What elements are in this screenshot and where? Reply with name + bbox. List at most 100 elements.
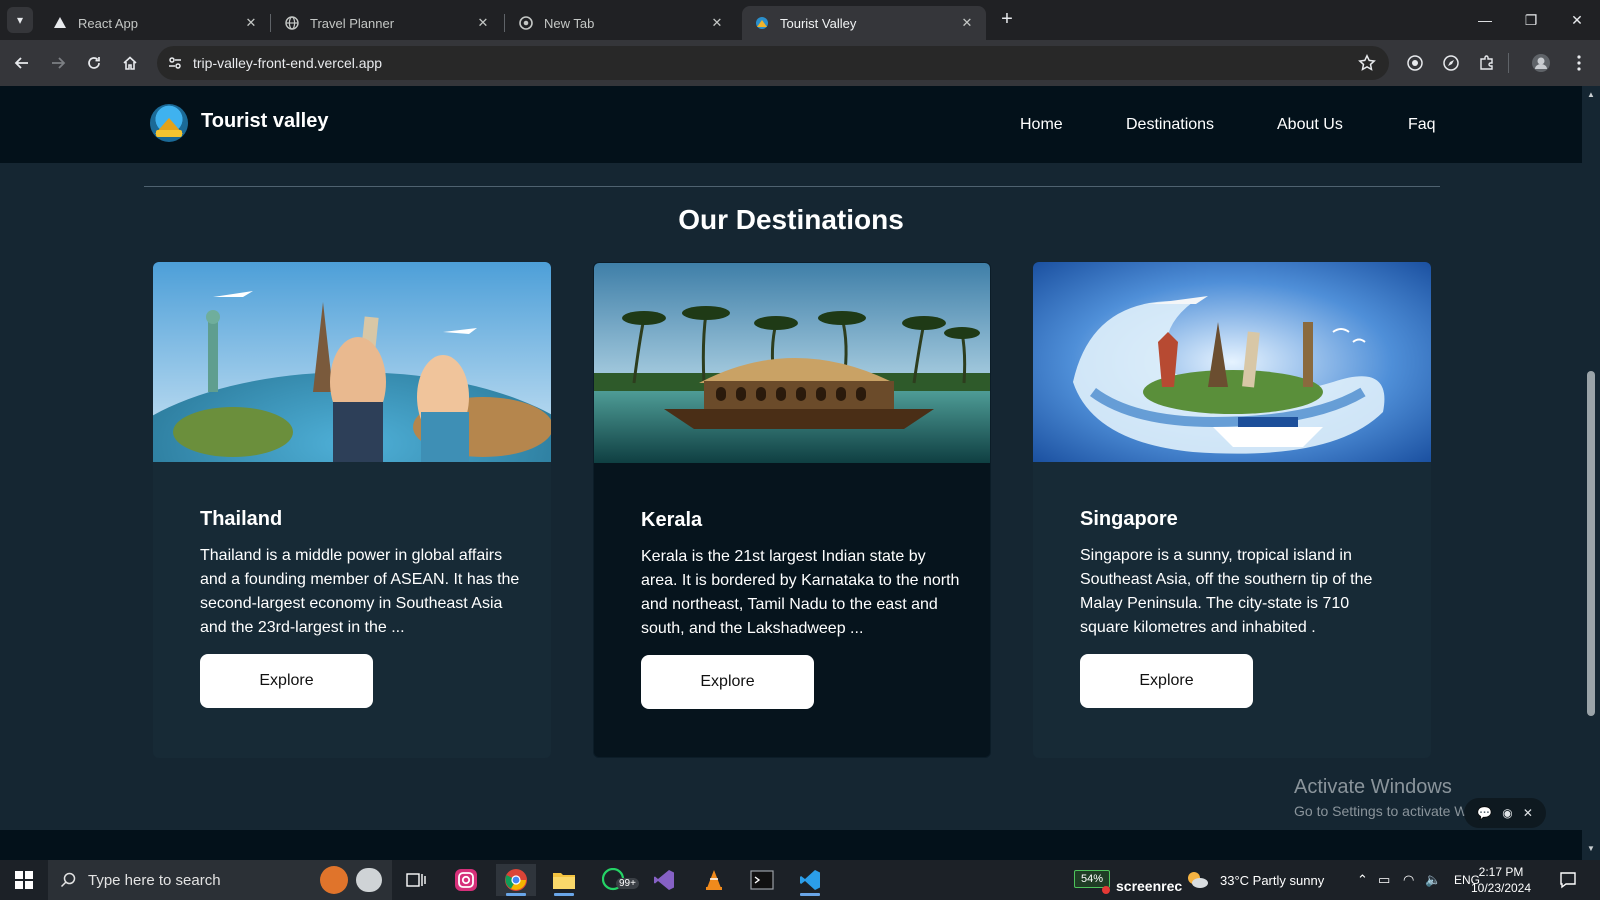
explore-button[interactable]: Explore [1080,654,1253,708]
destination-description: Kerala is the 21st largest Indian state … [641,548,960,637]
site-footer [0,830,1582,860]
section-divider [144,186,1440,187]
start-button[interactable] [2,864,46,896]
site-info-icon[interactable] [163,51,187,75]
browser-toolbar: trip-valley-front-end.vercel.app [0,40,1600,86]
destination-card: Singapore Singapore is a sunny, tropical… [1033,262,1431,758]
close-icon[interactable]: ✕ [242,14,260,32]
destination-description: Thailand is a middle power in global aff… [200,547,520,636]
taskbar-clock[interactable]: 2:17 PM 10/23/2024 [1464,864,1538,896]
scroll-up-arrow-icon[interactable]: ▲ [1586,90,1596,100]
close-window-button[interactable]: ✕ [1554,0,1600,40]
pin-icon[interactable]: ✕ [1523,806,1533,820]
search-placeholder: Type here to search [88,871,221,889]
extensions-puzzle-icon[interactable] [1473,49,1501,77]
globe-icon [284,15,300,31]
toolbar-separator [1508,53,1509,73]
task-view-icon[interactable] [396,864,436,896]
weather-sun-cloud-icon[interactable] [1180,864,1214,896]
file-explorer-icon[interactable] [544,864,584,896]
chrome-taskbar-icon[interactable] [496,864,536,896]
tab-title: New Tab [544,15,595,31]
explore-button[interactable]: Explore [200,654,373,708]
restore-button[interactable]: ❐ [1508,0,1554,40]
scrollbar-thumb[interactable] [1587,371,1595,716]
close-icon[interactable]: ✕ [708,14,726,32]
destination-name: Kerala [641,509,703,531]
clock-date: 10/23/2024 [1470,881,1532,895]
compass-icon[interactable] [1437,49,1465,77]
notification-center-icon[interactable] [1548,864,1588,896]
terminal-icon[interactable] [742,864,782,896]
destination-description: Singapore is a sunny, tropical island in… [1080,547,1373,636]
travel-collage-image [153,262,551,462]
explore-button[interactable]: Explore [641,655,814,709]
tab-travel-planner[interactable]: Travel Planner ✕ [272,6,502,40]
tab-title: Travel Planner [310,15,395,31]
reload-icon [88,57,100,69]
visual-studio-icon[interactable] [644,864,684,896]
forward-button[interactable] [44,49,72,77]
tab-title: React App [78,15,138,31]
close-icon[interactable]: ✕ [474,14,492,32]
menu-kebab-icon[interactable] [1565,49,1593,77]
tab-separator [270,14,271,32]
whatsapp-icon[interactable]: 99+ [594,864,639,896]
windows-taskbar: Type here to search 99+ 54% screenrec 33… [0,860,1600,900]
tab-search-button[interactable]: ▾ [7,7,33,33]
weather-text[interactable]: 33°C Partly sunny [1220,873,1324,888]
tab-separator [504,14,505,32]
page-viewport: Tourist valley Home Destinations About U… [0,86,1582,860]
tourist-valley-favicon-icon [754,15,770,31]
new-tab-button[interactable]: + [996,9,1018,31]
basketball-icon [320,866,348,894]
instagram-icon[interactable] [446,864,486,896]
extension-circle-icon[interactable] [1401,49,1429,77]
tab-title: Tourist Valley [780,15,857,31]
back-button[interactable] [8,49,36,77]
destination-card: Thailand Thailand is a middle power in g… [153,262,551,758]
screen-recorder-controls[interactable]: 💬 ◉ ✕ [1464,798,1546,828]
profile-avatar-icon[interactable] [1527,49,1555,77]
eye-icon[interactable]: ◉ [1502,806,1512,820]
tab-react-app[interactable]: React App ✕ [40,6,270,40]
houseboat-image [594,263,990,463]
search-icon [48,860,88,900]
arrow-right-icon [52,57,66,69]
windows-logo-icon [15,871,33,889]
chevron-up-icon[interactable]: ⌃ [1357,872,1368,888]
watermark-title: Activate Windows [1294,776,1452,798]
tab-new-tab[interactable]: New Tab ✕ [506,6,736,40]
minimize-button[interactable]: — [1462,0,1508,40]
screenrec-label[interactable]: screenrec [1116,878,1182,894]
comment-icon[interactable]: 💬 [1477,806,1492,820]
wifi-icon[interactable]: ◠ [1403,872,1414,888]
landmarks-wave-image [1033,262,1431,462]
reload-button[interactable] [80,49,108,77]
network-icon[interactable]: ▭ [1378,872,1390,888]
search-highlight-icon [356,868,382,892]
tab-tourist-valley[interactable]: Tourist Valley ✕ [742,6,986,40]
scroll-down-arrow-icon[interactable]: ▼ [1586,844,1596,854]
nav-about-us[interactable]: About Us [1277,116,1343,134]
volume-icon[interactable]: 🔈 [1425,872,1441,888]
tourist-valley-logo[interactable] [150,104,188,142]
taskbar-search[interactable]: Type here to search [48,860,392,900]
vscode-icon[interactable] [790,864,830,896]
nav-home[interactable]: Home [1020,116,1063,134]
close-icon[interactable]: ✕ [958,14,976,32]
vlc-icon[interactable] [694,864,734,896]
section-title: Our Destinations [678,204,904,235]
destination-name: Thailand [200,508,283,530]
clock-time: 2:17 PM [1478,865,1524,879]
page-scrollbar[interactable]: ▲ ▼ [1582,86,1600,860]
nav-destinations[interactable]: Destinations [1126,116,1214,134]
nav-faq[interactable]: Faq [1408,116,1436,134]
url-text: trip-valley-front-end.vercel.app [193,55,383,71]
address-bar[interactable]: trip-valley-front-end.vercel.app [157,46,1389,80]
notification-badge: 99+ [616,878,639,889]
brand-name[interactable]: Tourist valley [201,110,328,133]
bookmark-star-icon[interactable] [1357,53,1377,73]
home-button[interactable] [116,49,144,77]
recording-dot-icon [1102,886,1110,894]
